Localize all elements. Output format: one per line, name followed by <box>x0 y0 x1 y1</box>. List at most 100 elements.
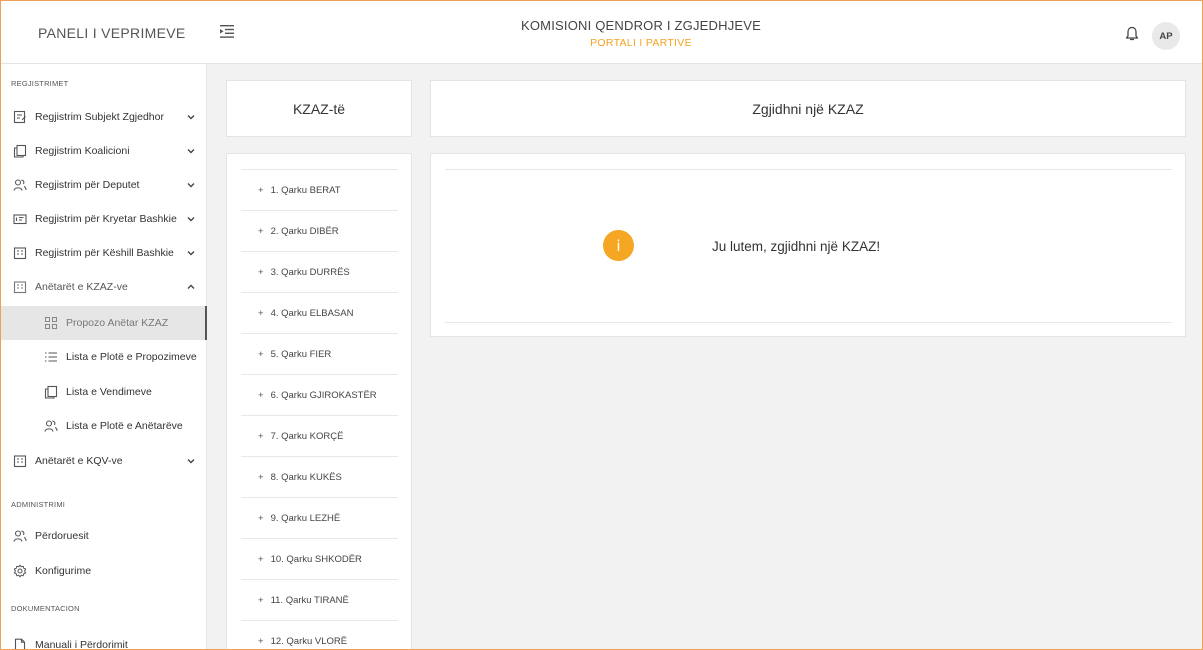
info-icon: i <box>603 230 634 261</box>
plus-icon: + <box>258 348 264 360</box>
kzaz-list-item[interactable]: +9. Qarku LEZHË <box>241 497 398 538</box>
sidebar-item-anetaret-kzaz[interactable]: Anëtarët e KZAZ-ve <box>1 270 207 304</box>
plus-icon: + <box>258 266 264 278</box>
kzaz-list-item[interactable]: +3. Qarku DURRËS <box>241 251 398 292</box>
sidebar-item-label: Konfigurime <box>35 565 92 577</box>
sidebar-item-lista-vendimeve[interactable]: Lista e Vendimeve <box>1 375 207 409</box>
sidebar-item-anetaret-kqv[interactable]: Anëtarët e KQV-ve <box>1 444 207 478</box>
plus-icon: + <box>258 512 264 524</box>
header-subtitle: PORTALI I PARTIVE <box>590 37 692 49</box>
chevron-down-icon <box>187 215 195 223</box>
sidebar-item-label: Regjistrim për Deputet <box>35 179 140 191</box>
list-icon <box>44 350 58 364</box>
id-card-icon <box>13 212 27 226</box>
kzaz-item-label: 2. Qarku DIBËR <box>270 225 339 237</box>
kzaz-list-item[interactable]: +6. Qarku GJIROKASTËR <box>241 374 398 415</box>
kzaz-header-card: KZAZ-të <box>226 80 412 137</box>
brand-title: PANELI I VEPRIMEVE <box>38 24 186 41</box>
sidebar-item-regjistrim-deputet[interactable]: Regjistrim për Deputet <box>1 168 207 202</box>
kzaz-item-label: 3. Qarku DURRËS <box>270 266 350 278</box>
kzaz-item-label: 12. Qarku VLORË <box>270 635 348 647</box>
plus-icon: + <box>258 471 264 483</box>
sidebar-item-label: Lista e Plotë e Propozimeve <box>66 351 197 363</box>
sidebar-item-perdoruesit[interactable]: Përdoruesit <box>1 519 207 553</box>
sidebar-item-label: Lista e Vendimeve <box>66 386 152 398</box>
kzaz-item-label: 11. Qarku TIRANË <box>270 594 349 606</box>
section-label-administrimi: ADMINISTRIMI <box>11 500 66 509</box>
sidebar-item-konfigurime[interactable]: Konfigurime <box>1 554 207 588</box>
gear-icon <box>13 564 27 578</box>
plus-icon: + <box>258 225 264 237</box>
kzaz-item-label: 6. Qarku GJIROKASTËR <box>270 389 377 401</box>
header-title: KOMISIONI QENDROR I ZGJEDHJEVE <box>520 18 762 33</box>
main-header-card: Zgjidhni një KZAZ <box>430 80 1186 137</box>
users-icon <box>13 529 27 543</box>
document-icon <box>13 638 27 649</box>
kzaz-item-label: 8. Qarku KUKËS <box>270 471 342 483</box>
chevron-down-icon <box>187 181 195 189</box>
kzaz-item-label: 10. Qarku SHKODËR <box>270 553 362 565</box>
sidebar-item-regjistrim-keshill[interactable]: Regjistrim për Këshill Bashkie <box>1 236 207 270</box>
kzaz-item-label: 1. Qarku BERAT <box>270 184 341 196</box>
users-icon <box>44 419 58 433</box>
kzaz-list-item[interactable]: +7. Qarku KORÇË <box>241 415 398 456</box>
kzaz-item-label: 7. Qarku KORÇË <box>270 430 344 442</box>
sidebar-item-propozo-anetar[interactable]: Propozo Anëtar KZAZ <box>1 306 207 340</box>
building-icon <box>13 454 27 468</box>
chevron-up-icon <box>187 283 195 291</box>
kzaz-list: +1. Qarku BERAT +2. Qarku DIBËR +3. Qark… <box>226 153 412 649</box>
users-icon <box>13 178 27 192</box>
divider <box>445 169 1172 170</box>
kzaz-list-item[interactable]: +2. Qarku DIBËR <box>241 210 398 251</box>
divider <box>445 322 1172 323</box>
sidebar-item-label: Anëtarët e KZAZ-ve <box>35 281 128 293</box>
sidebar-item-label: Regjistrim Koalicioni <box>35 145 130 157</box>
copy-icon <box>13 144 27 158</box>
main-content-card: i Ju lutem, zgjidhni një KZAZ! <box>430 153 1186 337</box>
menu-toggle-icon[interactable] <box>220 25 234 38</box>
sidebar-item-label: Anëtarët e KQV-ve <box>35 455 123 467</box>
kzaz-list-item[interactable]: +1. Qarku BERAT <box>241 169 398 210</box>
kzaz-list-item[interactable]: +8. Qarku KUKËS <box>241 456 398 497</box>
plus-icon: + <box>258 553 264 565</box>
sidebar-item-label: Regjistrim për Kryetar Bashkie <box>35 213 177 225</box>
plus-icon: + <box>258 389 264 401</box>
header-center: KOMISIONI QENDROR I ZGJEDHJEVE PORTALI I… <box>421 18 861 49</box>
plus-icon: + <box>258 430 264 442</box>
sidebar-item-regjistrim-kryetar[interactable]: Regjistrim për Kryetar Bashkie <box>1 202 207 236</box>
top-header: PANELI I VEPRIMEVE KOMISIONI QENDROR I Z… <box>1 1 1202 64</box>
sidebar-item-label: Përdoruesit <box>35 530 89 542</box>
kzaz-item-label: 4. Qarku ELBASAN <box>270 307 354 319</box>
form-icon <box>13 110 27 124</box>
building-icon <box>13 280 27 294</box>
kzaz-heading: KZAZ-të <box>292 100 346 117</box>
copy-icon <box>44 385 58 399</box>
building-icon <box>13 246 27 260</box>
sidebar-item-regjistrim-koalicioni[interactable]: Regjistrim Koalicioni <box>1 134 207 168</box>
kzaz-list-item[interactable]: +5. Qarku FIER <box>241 333 398 374</box>
section-label-dokumentacion: DOKUMENTACION <box>11 604 80 613</box>
sidebar-item-regjistrim-subjekt[interactable]: Regjistrim Subjekt Zgjedhor <box>1 100 207 134</box>
sidebar-item-label: Regjistrim për Këshill Bashkie <box>35 247 174 259</box>
sidebar-item-label: Manuali i Përdorimit <box>35 639 128 650</box>
avatar[interactable]: AP <box>1152 22 1180 50</box>
chevron-down-icon <box>187 113 195 121</box>
sidebar-item-lista-propozimeve[interactable]: Lista e Plotë e Propozimeve <box>1 340 207 374</box>
kzaz-list-item[interactable]: +11. Qarku TIRANË <box>241 579 398 620</box>
chevron-down-icon <box>187 457 195 465</box>
sidebar-item-lista-anetareve[interactable]: Lista e Plotë e Anëtarëve <box>1 409 207 443</box>
kzaz-list-item[interactable]: +12. Qarku VLORË <box>241 620 398 649</box>
app-frame: PANELI I VEPRIMEVE KOMISIONI QENDROR I Z… <box>0 0 1203 650</box>
sidebar: REGJISTRIMET Regjistrim Subjekt Zgjedhor… <box>1 64 207 650</box>
bell-icon[interactable] <box>1125 26 1139 42</box>
main-heading: Zgjidhni një KZAZ <box>752 100 864 117</box>
kzaz-item-label: 5. Qarku FIER <box>270 348 332 360</box>
plus-icon: + <box>258 307 264 319</box>
grid-icon <box>44 316 58 330</box>
section-label-regjistrimet: REGJISTRIMET <box>11 79 69 88</box>
info-message: Ju lutem, zgjidhni një KZAZ! <box>712 239 881 254</box>
kzaz-list-item[interactable]: +10. Qarku SHKODËR <box>241 538 398 579</box>
kzaz-list-item[interactable]: +4. Qarku ELBASAN <box>241 292 398 333</box>
sidebar-item-label: Lista e Plotë e Anëtarëve <box>66 420 183 432</box>
sidebar-item-manuali[interactable]: Manuali i Përdorimit <box>1 628 207 650</box>
